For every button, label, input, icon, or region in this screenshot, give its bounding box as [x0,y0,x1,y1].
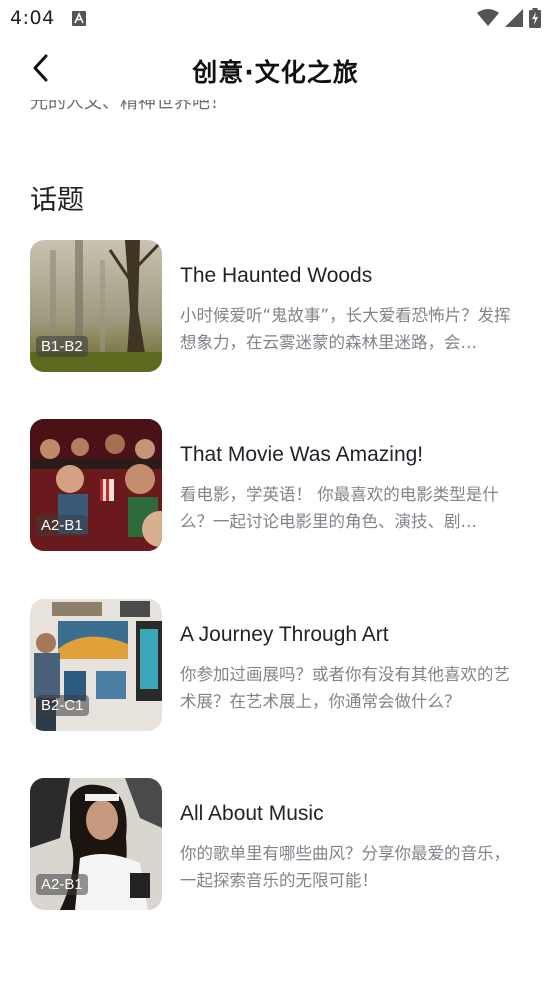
topic-item-music[interactable]: A2-B1 All About Music 你的歌单里有哪些曲风？分享你最爱的音… [30,778,525,910]
topic-item-haunted-woods[interactable]: B1-B2 The Haunted Woods 小时候爱听“鬼故事”，长大爱看恐… [30,240,525,372]
intro-text-container: 光的人文、精神世界吧！ [30,100,530,118]
intro-text: 光的人文、精神世界吧！ [30,100,228,113]
level-badge: A2-B1 [36,874,88,895]
topic-thumbnail: A2-B1 [30,778,162,910]
wifi-icon [477,9,499,31]
topic-thumbnail: B2-C1 [30,599,162,731]
status-bar: 4:04 [0,0,551,38]
topic-item-art[interactable]: B2-C1 A Journey Through Art 你参加过画展吗？或者你有… [30,599,525,731]
status-time: 4:04 [10,7,55,29]
app-header: 创意·文化之旅 [0,40,551,100]
cell-signal-icon [505,9,523,31]
section-title: 话题 [30,185,84,216]
topic-description: 看电影，学英语！ 你最喜欢的电影类型是什么？一起讨论电影里的角色、演技、剧… [180,485,499,531]
topic-thumbnail: A2-B1 [30,419,162,551]
battery-charging-icon [529,8,541,32]
topic-item-movie[interactable]: A2-B1 That Movie Was Amazing! 看电影，学英语！ 你… [30,419,525,551]
level-badge: B2-C1 [36,695,89,716]
topic-title: All About Music [180,802,324,825]
topic-description: 你的歌单里有哪些曲风？分享你最爱的音乐，一起探索音乐的无限可能！ [180,844,510,890]
topic-thumbnail: B1-B2 [30,240,162,372]
notification-a-icon [72,11,86,26]
topic-description: 小时候爱听“鬼故事”，长大爱看恐怖片？发挥想象力，在云雾迷蒙的森林里迷路，会… [180,306,511,352]
topic-title: A Journey Through Art [180,623,389,646]
topic-title: That Movie Was Amazing! [180,443,424,466]
level-badge: A2-B1 [36,515,88,536]
page-title: 创意·文化之旅 [192,58,359,87]
status-icons [477,8,541,32]
topic-description: 你参加过画展吗？或者你有没有其他喜欢的艺术展？在艺术展上，你通常会做什么？ [180,665,510,711]
level-badge: B1-B2 [36,336,88,357]
topic-title: The Haunted Woods [180,264,373,287]
